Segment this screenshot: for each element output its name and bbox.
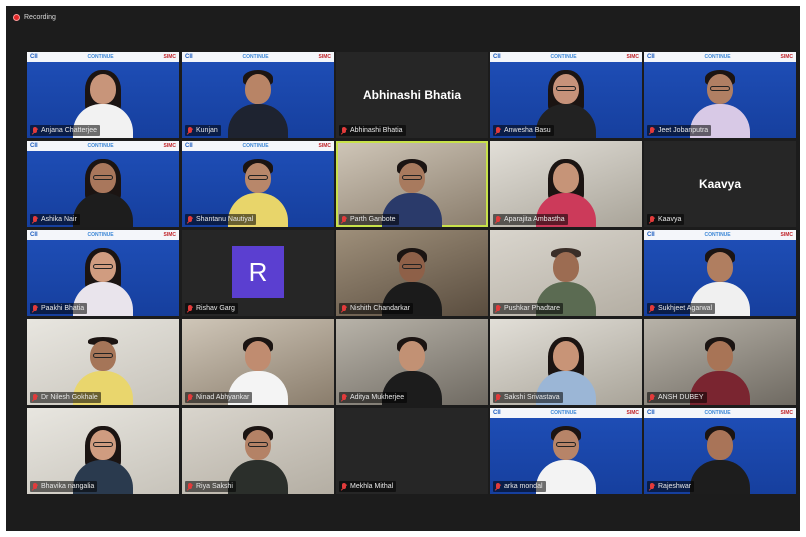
participant-tile[interactable]: CII CONTINUE SIMC Ashika Nair — [27, 141, 179, 227]
participant-name-label: Shantanu Nautiyal — [185, 214, 257, 225]
mic-muted-icon — [187, 483, 193, 490]
mic-muted-icon — [341, 127, 347, 134]
mic-muted-icon — [495, 394, 501, 401]
mic-muted-icon — [187, 305, 193, 312]
participant-name-label: Parth Ganbote — [339, 214, 399, 225]
participant-name-label: Dr Nilesh Gokhale — [30, 392, 101, 403]
participant-tile[interactable]: ANSH DUBEY — [644, 319, 796, 405]
participant-name-label: Rishav Garg — [185, 303, 238, 314]
participant-avatar: R — [232, 246, 284, 298]
participant-tile[interactable]: CII CONTINUE SIMC Rajeshwar — [644, 408, 796, 494]
participant-tile[interactable]: CII CONTINUE SIMC Anwesha Basu — [490, 52, 642, 138]
event-banner: CII CONTINUE SIMC — [644, 408, 796, 418]
event-banner: CII CONTINUE SIMC — [27, 141, 179, 151]
mic-muted-icon — [649, 216, 655, 223]
participant-tile-active-speaker[interactable]: Parth Ganbote — [336, 141, 488, 227]
mic-muted-icon — [649, 305, 655, 312]
participant-tile[interactable]: CII CONTINUE SIMC arka mondal — [490, 408, 642, 494]
event-banner: CII CONTINUE SIMC — [182, 141, 334, 151]
participant-tile[interactable]: Bhavika nangalia — [27, 408, 179, 494]
participant-name-label: Anwesha Basu — [493, 125, 554, 136]
participant-tile[interactable]: Dr Nilesh Gokhale — [27, 319, 179, 405]
mic-muted-icon — [32, 305, 38, 312]
participant-tile[interactable]: Aparajita Ambastha — [490, 141, 642, 227]
participant-name-label: ANSH DUBEY — [647, 392, 707, 403]
participant-tile[interactable]: Pushkar Phadtare — [490, 230, 642, 316]
participant-tile[interactable]: Sakshi Srivastava — [490, 319, 642, 405]
participant-name-label: Bhavika nangalia — [30, 481, 98, 492]
participant-tile[interactable]: CII CONTINUE SIMC Anjana Chatterjee — [27, 52, 179, 138]
event-banner: CII CONTINUE SIMC — [27, 230, 179, 240]
recording-icon[interactable] — [13, 13, 20, 21]
mic-muted-icon — [495, 483, 501, 490]
participant-name-label: Kaavya — [647, 214, 685, 225]
participant-name-label: Anjana Chatterjee — [30, 125, 101, 136]
mic-muted-icon — [341, 394, 347, 401]
mic-muted-icon — [649, 394, 655, 401]
participant-tile[interactable]: Aditya Mukherjee — [336, 319, 488, 405]
mic-muted-icon — [495, 216, 501, 223]
participant-name-label: Nishith Chandarkar — [339, 303, 413, 314]
participant-grid: CII CONTINUE SIMC Anjana Chatterjee CII CON… — [27, 52, 796, 494]
participant-name-label: Rajeshwar — [647, 481, 695, 492]
participant-name-label: Abhinashi Bhatia — [339, 125, 406, 136]
participant-tile[interactable]: Ninad Abhyankar — [182, 319, 334, 405]
participant-name-label: Aditya Mukherjee — [339, 392, 408, 403]
participant-tile[interactable]: Kaavya Kaavya — [644, 141, 796, 227]
participant-video — [685, 422, 755, 494]
mic-muted-icon — [341, 483, 347, 490]
participant-tile[interactable]: Mekhla Mithal — [336, 408, 488, 494]
mic-muted-icon — [32, 394, 38, 401]
participant-tile[interactable]: CII CONTINUE SIMC Jeet Jobanputra — [644, 52, 796, 138]
event-banner: CII CONTINUE SIMC — [644, 230, 796, 240]
participant-name-label: Riya Sakshi — [185, 481, 236, 492]
event-banner: CII CONTINUE SIMC — [490, 52, 642, 62]
participant-name-label: Mekhla Mithal — [339, 481, 397, 492]
participant-tile[interactable]: Abhinashi Bhatia Abhinashi Bhatia — [336, 52, 488, 138]
participant-name-label: Paakhi Bhatia — [30, 303, 88, 314]
mic-muted-icon — [341, 216, 347, 223]
mic-muted-icon — [32, 483, 38, 490]
event-banner: CII CONTINUE SIMC — [644, 52, 796, 62]
participant-tile[interactable]: Nishith Chandarkar — [336, 230, 488, 316]
participant-tile[interactable]: CII CONTINUE SIMC Sukhjeet Agarwal — [644, 230, 796, 316]
participant-name-label: Pushkar Phadtare — [493, 303, 564, 314]
mic-muted-icon — [32, 216, 38, 223]
mic-muted-icon — [187, 127, 193, 134]
participant-name-label: arka mondal — [493, 481, 546, 492]
mic-muted-icon — [187, 216, 193, 223]
recording-label: Recording — [24, 13, 56, 21]
participant-tile[interactable]: Riya Sakshi — [182, 408, 334, 494]
mic-muted-icon — [32, 127, 38, 134]
mic-muted-icon — [341, 305, 347, 312]
mic-muted-icon — [495, 305, 501, 312]
participant-name-label: Sakshi Srivastava — [493, 392, 563, 403]
participant-tile[interactable]: CII CONTINUE SIMC Shantanu Nautiyal — [182, 141, 334, 227]
participant-tile[interactable]: R Rishav Garg — [182, 230, 334, 316]
participant-name-label: Kunjan — [185, 125, 221, 136]
mic-muted-icon — [649, 483, 655, 490]
event-banner: CII CONTINUE SIMC — [490, 408, 642, 418]
recording-bar: Recording — [6, 6, 800, 28]
participant-name-label: Jeet Jobanputra — [647, 125, 712, 136]
mic-muted-icon — [495, 127, 501, 134]
mic-muted-icon — [187, 394, 193, 401]
participant-video — [223, 66, 293, 138]
participant-name-label: Aparajita Ambastha — [493, 214, 568, 225]
meeting-window: Recording CII CONTINUE SIMC Anjana Chatter… — [6, 6, 800, 531]
participant-name-label: Sukhjeet Agarwal — [647, 303, 716, 314]
event-banner: CII CONTINUE SIMC — [27, 52, 179, 62]
participant-tile[interactable]: CII CONTINUE SIMC Paakhi Bhatia — [27, 230, 179, 316]
mic-muted-icon — [649, 127, 655, 134]
participant-tile[interactable]: CII CONTINUE SIMC Kunjan — [182, 52, 334, 138]
event-banner: CII CONTINUE SIMC — [182, 52, 334, 62]
participant-name-label: Ninad Abhyankar — [185, 392, 253, 403]
participant-name-label: Ashika Nair — [30, 214, 80, 225]
